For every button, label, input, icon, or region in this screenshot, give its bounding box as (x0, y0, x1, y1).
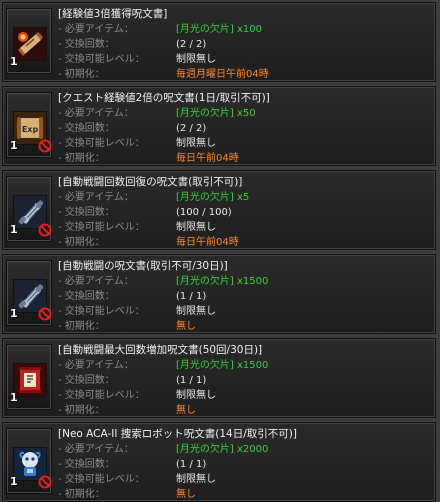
exchange-item-row[interactable]: 1 [Neo ACA-II 捜索ロボット呪文書(14日/取引不可)] - 必要ア… (2, 422, 436, 502)
exchange-count-label: - 交換回数： (58, 39, 115, 50)
reset-value: 無し (176, 405, 196, 416)
exchange-count-value: (1 / 1) (176, 291, 207, 302)
required-item-value: [月光の欠片] x2000 (176, 444, 269, 455)
item-slot[interactable]: 1 (6, 260, 52, 326)
item-quantity: 1 (10, 55, 18, 68)
required-item-label: - 必要アイテム： (58, 108, 134, 119)
exchange-level-value: 制限無し (176, 390, 216, 401)
exchange-level-value: 制限無し (176, 306, 216, 317)
exchange-item-row[interactable]: 1 [自動戦闘の呪文書(取引不可/30日)] - 必要アイテム： [月光の欠片] … (2, 254, 436, 334)
item-title: [自動戦闘の呪文書(取引不可/30日)] (58, 260, 228, 272)
item-title: [Neo ACA-II 捜索ロボット呪文書(14日/取引不可)] (58, 428, 297, 440)
exchange-level-value: 制限無し (176, 222, 216, 233)
reset-value: 毎日午前04時 (176, 153, 239, 164)
item-title: [経験値3倍獲得呪文書] (58, 8, 168, 20)
exchange-level-value: 制限無し (176, 474, 216, 485)
exchange-item-row[interactable]: 1 [経験値3倍獲得呪文書] - 必要アイテム： [月光の欠片] x100 - 交… (2, 2, 436, 82)
reset-label: - 初期化： (58, 405, 105, 416)
item-quantity: 1 (10, 307, 18, 320)
exchange-level-label: - 交換可能レベル： (58, 474, 145, 485)
required-item-label: - 必要アイテム： (58, 360, 134, 371)
red-scroll-icon (13, 363, 47, 397)
exchange-level-label: - 交換可能レベル： (58, 390, 145, 401)
item-slot[interactable]: 1 (6, 8, 52, 74)
no-trade-icon (38, 223, 52, 237)
reset-value: 毎日午前04時 (176, 237, 239, 248)
required-item-value: [月光の欠片] x1500 (176, 276, 269, 287)
exchange-count-label: - 交換回数： (58, 459, 115, 470)
no-trade-icon (38, 139, 52, 153)
exchange-count-value: (100 / 100) (176, 207, 232, 218)
exchange-count-label: - 交換回数： (58, 207, 115, 218)
exchange-level-value: 制限無し (176, 54, 216, 65)
exchange-count-value: (1 / 1) (176, 459, 207, 470)
item-slot[interactable]: 1 (6, 428, 52, 494)
exp-icon-text: Exp (22, 125, 39, 134)
required-item-value: [月光の欠片] x100 (176, 24, 262, 35)
exchange-count-label: - 交換回数： (58, 375, 115, 386)
item-slot[interactable]: Exp 1 (6, 92, 52, 158)
reset-label: - 初期化： (58, 69, 105, 80)
scroll-fire-icon (13, 27, 47, 61)
exchange-level-label: - 交換可能レベル： (58, 54, 145, 65)
exchange-level-label: - 交換可能レベル： (58, 306, 145, 317)
required-item-value: [月光の欠片] x1500 (176, 360, 269, 371)
exchange-level-label: - 交換可能レベル： (58, 222, 145, 233)
item-quantity: 1 (10, 139, 18, 152)
exchange-level-label: - 交換可能レベル： (58, 138, 145, 149)
exchange-list: 1 [経験値3倍獲得呪文書] - 必要アイテム： [月光の欠片] x100 - 交… (0, 0, 440, 502)
reset-label: - 初期化： (58, 321, 105, 332)
no-trade-icon (38, 475, 52, 489)
item-quantity: 1 (10, 475, 18, 488)
exchange-count-value: (1 / 1) (176, 375, 207, 386)
item-title: [自動戦闘最大回数増加呪文書(50回/30日)] (58, 344, 263, 356)
reset-value: 無し (176, 321, 196, 332)
exchange-item-row[interactable]: 1 [自動戦闘最大回数増加呪文書(50回/30日)] - 必要アイテム： [月光の… (2, 338, 436, 418)
reset-label: - 初期化： (58, 237, 105, 248)
item-slot[interactable]: 1 (6, 344, 52, 410)
item-slot[interactable]: 1 (6, 176, 52, 242)
exchange-count-value: (2 / 2) (176, 39, 207, 50)
required-item-value: [月光の欠片] x50 (176, 108, 256, 119)
item-quantity: 1 (10, 391, 18, 404)
required-item-value: [月光の欠片] x5 (176, 192, 250, 203)
exchange-item-row[interactable]: 1 [自動戦闘回数回復の呪文書(取引不可)] - 必要アイテム： [月光の欠片] … (2, 170, 436, 250)
reset-value: 毎週月曜日午前04時 (176, 69, 269, 80)
reset-label: - 初期化： (58, 153, 105, 164)
exchange-count-label: - 交換回数： (58, 123, 115, 134)
required-item-label: - 必要アイテム： (58, 444, 134, 455)
required-item-label: - 必要アイテム： (58, 276, 134, 287)
exchange-item-row[interactable]: Exp 1 [クエスト経験値2倍の呪文書(1日/取引不可)] - 必要アイテム：… (2, 86, 436, 166)
item-title: [クエスト経験値2倍の呪文書(1日/取引不可)] (58, 92, 270, 104)
required-item-label: - 必要アイテム： (58, 24, 134, 35)
item-quantity: 1 (10, 223, 18, 236)
reset-label: - 初期化： (58, 489, 105, 500)
required-item-label: - 必要アイテム： (58, 192, 134, 203)
reset-value: 無し (176, 489, 196, 500)
exchange-count-value: (2 / 2) (176, 123, 207, 134)
no-trade-icon (38, 307, 52, 321)
exchange-level-value: 制限無し (176, 138, 216, 149)
exchange-count-label: - 交換回数： (58, 291, 115, 302)
item-title: [自動戦闘回数回復の呪文書(取引不可)] (58, 176, 243, 188)
